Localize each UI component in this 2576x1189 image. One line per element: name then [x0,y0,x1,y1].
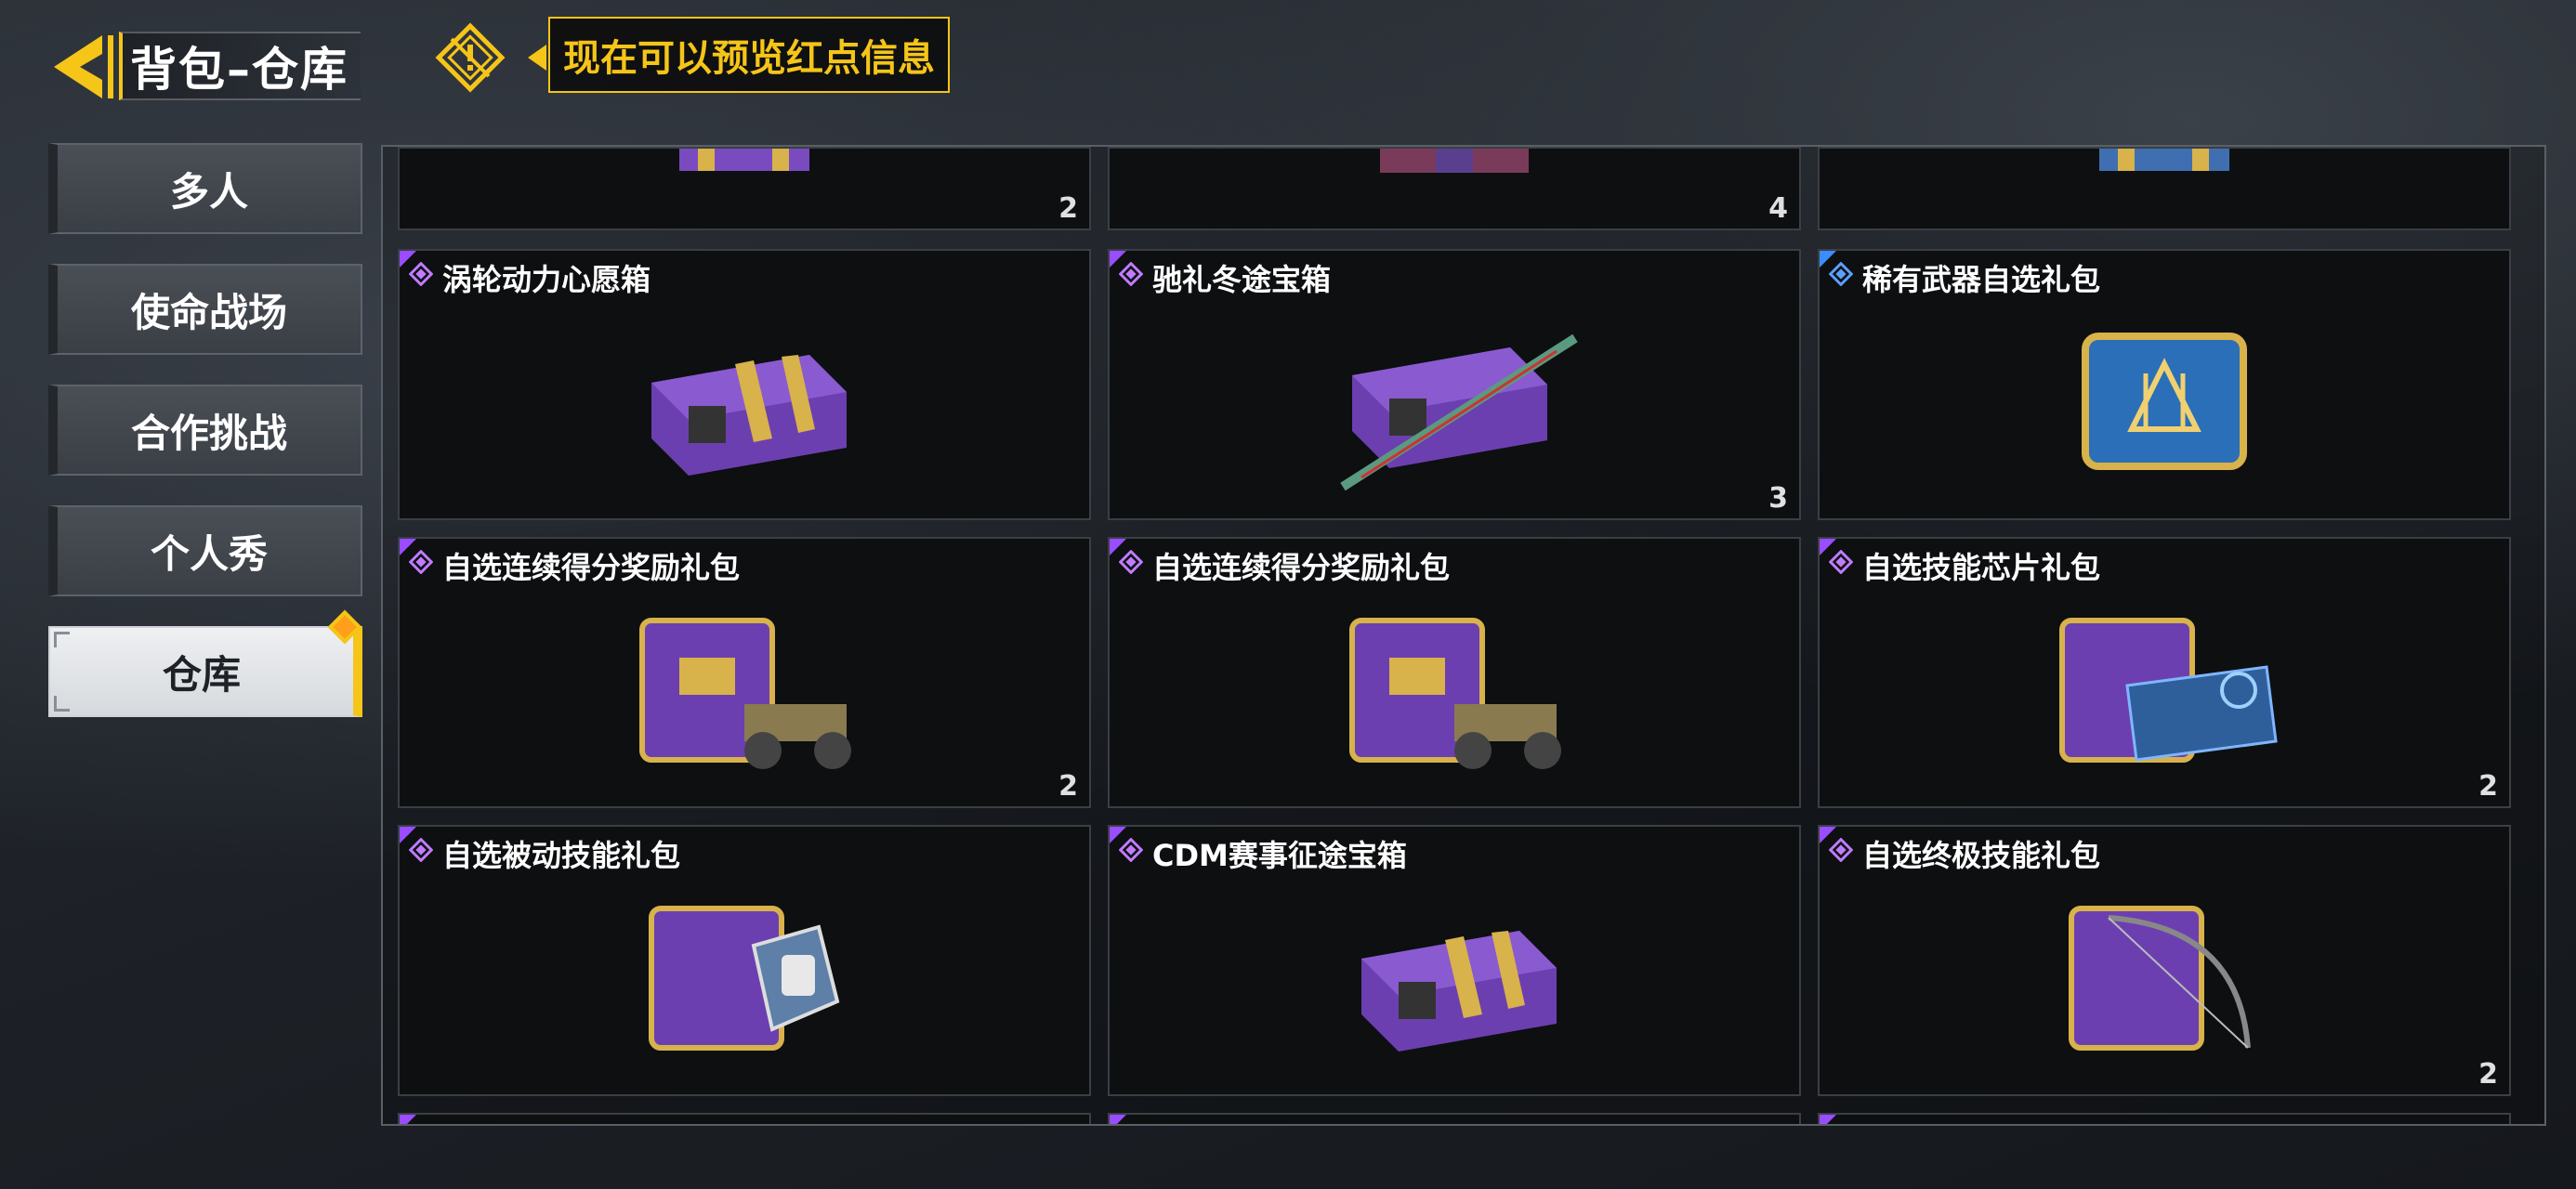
inventory-grid[interactable]: 2 4 涡轮动力心愿箱 驰礼冬途宝箱 3 稀有武器自选礼包 自选连续得分奖励礼包… [381,145,2546,1126]
item-count: 2 [2478,770,2498,803]
item-count: 2 [1058,770,1078,803]
page-title-bar: 背包–仓库 [119,32,361,100]
rare-rarity-icon [1829,262,1853,286]
item-card[interactable]: 自选技能芯片礼包 2 [1818,537,2511,808]
rarity-corner [1820,1115,1836,1124]
corner-decoration [54,632,70,647]
item-card[interactable]: CDM赛事征途宝箱 [1108,825,1801,1096]
item-name: CDM赛事征途宝箱 [1152,838,1407,873]
purple-crate-rifle-icon [1340,333,1578,491]
sidebar-item-battle-royale[interactable]: 使命战场 [48,264,362,355]
item-card[interactable]: 自选连续得分奖励礼包 2 [398,537,1091,808]
sidebar-item-label: 合作挑战 [130,410,287,456]
sidebar-item-coop[interactable]: 合作挑战 [48,385,362,476]
sidebar-item-label: 多人 [169,168,248,215]
item-card[interactable]: 涡轮动力心愿箱 [398,249,1091,520]
rarity-corner [400,1115,416,1124]
item-card-partial[interactable]: 2 [398,147,1091,230]
item-card-partial[interactable] [1818,1113,2511,1124]
crate-buggy-icon [1349,618,1561,769]
tip-pointer [528,45,546,71]
item-count: 3 [1768,482,1788,515]
item-name: 自选终极技能礼包 [1862,838,2101,873]
item-name: 稀有武器自选礼包 [1862,262,2101,297]
epic-rarity-icon [409,838,433,862]
sidebar-item-label: 使命战场 [130,289,287,335]
crate-icon [1380,149,1529,173]
rarity-corner [1110,1115,1126,1124]
corner-decoration [54,696,70,712]
new-indicator-icon [327,609,362,645]
item-name: 自选连续得分奖励礼包 [1152,550,1451,585]
sidebar-item-warehouse[interactable]: 仓库 [48,609,362,717]
item-card[interactable]: 稀有武器自选礼包 [1818,249,2511,520]
item-card[interactable]: 自选被动技能礼包 [398,825,1091,1096]
item-count: 4 [1768,192,1788,225]
category-sidebar: 多人 使命战场 合作挑战 个人秀 仓库 [48,143,362,747]
epic-rarity-icon [1119,262,1143,286]
crate-chip-icon [2059,618,2278,763]
blue-weapon-case-icon [2082,333,2247,470]
reddot-tip-text: 现在可以预览红点信息 [563,37,935,80]
back-arrow-icon [54,35,113,98]
purple-crate-icon [651,355,847,476]
item-card-partial[interactable]: 4 [1108,147,1801,230]
item-card-partial[interactable] [1818,147,2511,230]
item-count: 2 [2478,1058,2498,1091]
purple-crate-icon [1361,931,1557,1052]
item-name: 涡轮动力心愿箱 [442,262,651,297]
epic-rarity-icon [1829,550,1853,574]
epic-rarity-icon [409,262,433,286]
epic-rarity-icon [409,550,433,574]
crate-buggy-icon [639,618,851,769]
epic-rarity-icon [1119,550,1143,574]
item-name: 自选被动技能礼包 [442,838,681,873]
page-title: 背包–仓库 [130,43,348,97]
hide-reddot-icon [435,22,506,93]
item-card[interactable]: 自选连续得分奖励礼包 [1108,537,1801,808]
epic-rarity-icon [1829,838,1853,862]
item-card-partial[interactable] [398,1113,1091,1124]
sidebar-item-multiplayer[interactable]: 多人 [48,143,362,234]
crate-icon [679,149,809,171]
item-card[interactable]: 自选终极技能礼包 2 [1818,825,2511,1096]
crate-icon [2099,149,2229,171]
item-card-partial[interactable] [1108,1113,1801,1124]
epic-rarity-icon [1119,838,1143,862]
sidebar-item-label: 仓库 [162,651,241,698]
sidebar-item-label: 个人秀 [150,530,268,577]
reddot-toggle-button[interactable] [433,20,507,95]
item-name: 自选技能芯片礼包 [1862,550,2101,585]
item-name: 驰礼冬途宝箱 [1152,262,1332,297]
sidebar-item-showcase[interactable]: 个人秀 [48,505,362,596]
item-count: 2 [1058,192,1078,225]
reddot-tip: 现在可以预览红点信息 [548,17,950,93]
item-card[interactable]: 驰礼冬途宝箱 3 [1108,249,1801,520]
crate-bow-icon [2069,906,2251,1051]
item-name: 自选连续得分奖励礼包 [442,550,741,585]
back-button[interactable] [46,30,115,104]
crate-fist-icon [649,906,840,1051]
